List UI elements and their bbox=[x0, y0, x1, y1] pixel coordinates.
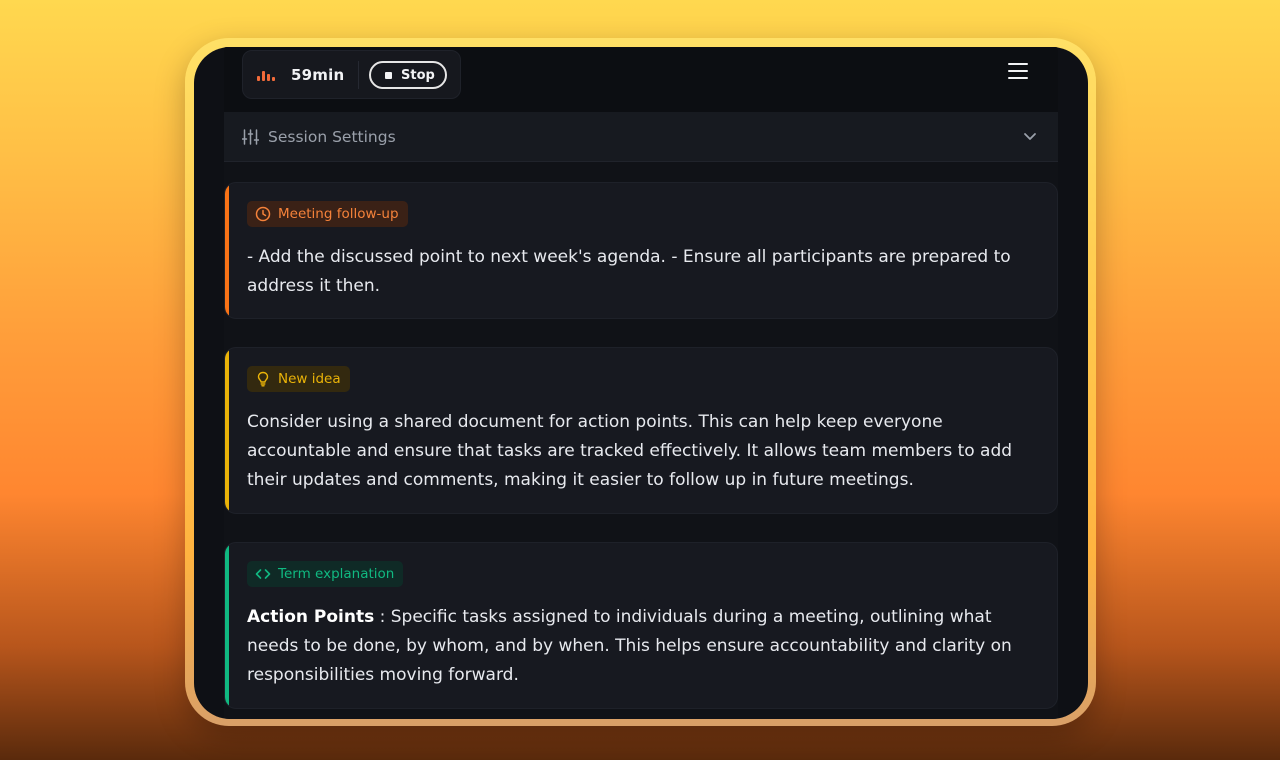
card-body-text: - Add the discussed point to next week's… bbox=[247, 247, 1011, 296]
divider bbox=[358, 61, 359, 89]
recording-timer: 59min bbox=[291, 66, 345, 84]
session-settings-label: Session Settings bbox=[268, 128, 396, 146]
badge-label: Term explanation bbox=[278, 566, 395, 582]
term-name: Action Points bbox=[247, 607, 375, 627]
stop-button[interactable]: Stop bbox=[369, 61, 447, 89]
hamburger-menu-icon[interactable] bbox=[1006, 61, 1030, 83]
stop-button-label: Stop bbox=[401, 68, 435, 83]
stop-icon bbox=[385, 72, 392, 79]
session-settings-toggle[interactable]: Session Settings bbox=[224, 112, 1058, 162]
code-icon bbox=[255, 569, 271, 579]
audio-wave-icon bbox=[257, 71, 279, 81]
content-column: 59min Stop Session Settings Meeting foll… bbox=[224, 47, 1058, 719]
sliders-icon bbox=[242, 129, 259, 145]
card-accent-bar bbox=[225, 543, 229, 708]
top-bar: 59min Stop bbox=[224, 47, 1058, 112]
insight-card: Term explanation Action Points : Specifi… bbox=[224, 542, 1058, 709]
category-badge: New idea bbox=[247, 366, 350, 392]
chevron-down-icon bbox=[1024, 133, 1036, 140]
card-accent-bar bbox=[225, 348, 229, 513]
lightbulb-icon bbox=[257, 371, 269, 387]
badge-label: Meeting follow-up bbox=[278, 206, 399, 222]
clock-icon bbox=[255, 206, 271, 222]
card-accent-bar bbox=[225, 183, 229, 318]
card-body-text: Consider using a shared document for act… bbox=[247, 412, 1013, 490]
recording-control: 59min Stop bbox=[242, 50, 461, 99]
card-body-text: Action Points : Specific tasks assigned … bbox=[247, 603, 1042, 690]
category-badge: Term explanation bbox=[247, 561, 404, 587]
badge-label: New idea bbox=[278, 371, 341, 387]
app-screen: 59min Stop Session Settings Meeting foll… bbox=[194, 47, 1088, 719]
insight-card: Meeting follow-up - Add the discussed po… bbox=[224, 182, 1058, 319]
term-separator: : bbox=[374, 607, 391, 627]
category-badge: Meeting follow-up bbox=[247, 201, 408, 227]
insight-card: New idea Consider using a shared documen… bbox=[224, 347, 1058, 514]
